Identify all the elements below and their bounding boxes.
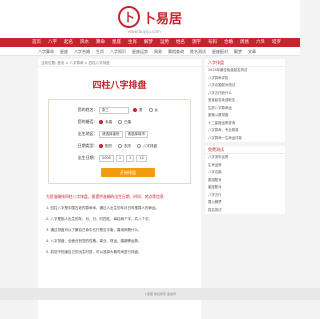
subnav-item[interactable]: 文章	[248, 47, 256, 55]
name-label: 您的姓名:	[67, 107, 95, 113]
sidebar-link[interactable]: 2025年最佳免费起名测试	[205, 67, 285, 75]
sidebar-box: 八字排盘2025年最佳免费起名测试八字算命详批八字合婚配对测试八字五行缺什么宝宝…	[205, 59, 285, 142]
nav-item[interactable]: 算命	[96, 38, 105, 47]
sidebar-link[interactable]: 周公解梦	[205, 199, 285, 207]
subnav-item[interactable]: 八字算命	[38, 47, 54, 55]
gender-male-radio[interactable]: 男	[133, 108, 143, 113]
nav-item[interactable]: 运势	[160, 38, 169, 47]
sidebar-link[interactable]: 生肖运势	[205, 162, 285, 170]
nav-item[interactable]: 解梦	[144, 38, 153, 47]
paragraph: 1. 四柱八字是中国古老的算命术，通过人出生的年月日时推算人的命运。	[46, 205, 193, 211]
site-logo[interactable]: 卜 卜易居	[118, 6, 182, 28]
nav-item[interactable]: 生肖	[128, 38, 137, 47]
sidebar-link[interactable]: 十二星座运势查询	[205, 120, 285, 128]
day-select[interactable]: 1	[126, 155, 134, 162]
site-url: www.buyiju.com	[128, 29, 161, 34]
breadcrumb: 当前位置: 首页 > 八字算命 > 四柱八字排盘	[38, 59, 201, 67]
birthplace-label: 出生地区:	[67, 131, 95, 137]
sidebar-link[interactable]: 属相配对	[205, 177, 285, 185]
header: 卜 卜易居 www.buyiju.com	[0, 0, 300, 38]
gender-female-radio[interactable]: 女	[149, 108, 159, 113]
sidebar-link[interactable]: 八字流年运势	[205, 154, 285, 162]
nav-item[interactable]: 合婚	[224, 38, 233, 47]
bazi-form: 您的姓名: 张三 男 女 您的婚否: 未婚 已婚 出生地区: 请选择省份 请选择…	[48, 99, 191, 184]
subnav-item[interactable]: 姓名测试	[190, 47, 206, 55]
sidebar-link[interactable]: 八字合婚配对测试	[205, 82, 285, 90]
subnav-item[interactable]: 星座配对	[212, 47, 228, 55]
description: 1. 四柱八字是中国古老的算命术，通过人出生的年月日时推算人的命运。 2. 八字是…	[38, 205, 201, 255]
sidebar-link[interactable]: 紫微斗数排盘	[205, 112, 285, 120]
sidebar-link[interactable]: 八字算命，专业精准	[205, 127, 285, 135]
subnav-item[interactable]: 生肖	[96, 47, 104, 55]
sidebar-link[interactable]: 宝宝起名免费取名	[205, 97, 285, 105]
nav-item[interactable]: 测字	[192, 38, 201, 47]
nav-item[interactable]: 六爻	[256, 38, 265, 47]
paragraph: 2. 八字是指人出生的年、月、日、时四柱，每柱两个字，共八个字。	[46, 216, 193, 222]
nav-item[interactable]: 周易	[240, 38, 249, 47]
subnav-item[interactable]: 八字知识	[110, 47, 126, 55]
date-label: 出生日期:	[67, 155, 95, 161]
sidebar-box-title: 八字排盘	[205, 59, 285, 67]
sub-nav: 八字算命星座八字合婚生肖八字知识星座运势周易属相查询姓名测试星座配对解梦文章	[0, 47, 300, 56]
sidebar-link[interactable]: 生辰八字算命运	[205, 105, 285, 113]
main-nav: 首页八字起名风水算命星座生肖解梦运势姓名测字号码合婚周易六爻塔罗	[0, 38, 300, 47]
sidebar-link[interactable]: 八字五行缺什么	[205, 90, 285, 98]
tip-text: 为您准确排四柱八字排盘，需提供准确的出生日期、时间、地点等信息	[46, 194, 193, 200]
nav-item[interactable]: 星座	[112, 38, 121, 47]
sidebar-box-title: 免费测试	[205, 146, 285, 154]
sidebar-link[interactable]: 星座配对	[205, 184, 285, 192]
subnav-item[interactable]: 星座运势	[132, 47, 148, 55]
sidebar: 八字排盘2025年最佳免费起名测试八字算命详批八字合婚配对测试八字五行缺什么宝宝…	[205, 59, 285, 319]
nav-item[interactable]: 号码	[208, 38, 217, 47]
paragraph: 4. 八字排盘，全面分析您的性格、事业、财运、婚姻等运势。	[46, 238, 193, 244]
province-select[interactable]: 请选择省份	[99, 131, 123, 138]
calendar-lunar-radio[interactable]: 农历	[118, 144, 131, 149]
paragraph: 5. 若您不知道自己的出生时辰，可以选择大概时间进行排盘。	[46, 249, 193, 255]
submit-button[interactable]: 开始排盘	[101, 168, 155, 177]
paragraph: 3. 通过排盘可以了解自己命中五行是否平衡，喜用神是什么。	[46, 227, 193, 233]
site-name: 卜易居	[143, 8, 182, 27]
footer: 卜易居 版权所有 备案号	[0, 288, 320, 300]
hour-select[interactable]: 12	[136, 155, 146, 162]
calendar-solar-radio[interactable]: 阳历	[99, 144, 112, 149]
subnav-item[interactable]: 八字合婚	[74, 47, 90, 55]
page-title: 四柱八字排盘	[38, 78, 201, 91]
subnav-item[interactable]: 属相查询	[168, 47, 184, 55]
sidebar-box: 免费测试八字流年运势生肖运势八字合婚属相配对星座配对八字五行周公解梦姓名测试	[205, 146, 285, 214]
marriage-no-radio[interactable]: 未婚	[99, 120, 112, 125]
nav-item[interactable]: 姓名	[176, 38, 185, 47]
nav-item[interactable]: 八字	[48, 38, 57, 47]
sidebar-link[interactable]: 八字算命详批	[205, 75, 285, 83]
subnav-item[interactable]: 解梦	[234, 47, 242, 55]
city-select[interactable]: 请选择城市	[125, 131, 149, 138]
logo-circle-icon: 卜	[118, 6, 140, 28]
marriage-label: 您的婚否:	[67, 119, 95, 125]
calendar-other-radio[interactable]: 八字排盘	[137, 144, 157, 149]
sidebar-link[interactable]: 八字算命一生命运详批	[205, 135, 285, 143]
sidebar-link[interactable]: 姓名测试	[205, 207, 285, 215]
sidebar-link[interactable]: 八字合婚	[205, 169, 285, 177]
marriage-yes-radio[interactable]: 已婚	[118, 120, 131, 125]
subnav-item[interactable]: 周易	[154, 47, 162, 55]
nav-item[interactable]: 起名	[64, 38, 73, 47]
year-select[interactable]: 2005	[99, 155, 114, 162]
name-field[interactable]: 张三	[99, 107, 129, 114]
subnav-item[interactable]: 星座	[60, 47, 68, 55]
sidebar-link[interactable]: 八字五行	[205, 192, 285, 200]
main-content: 当前位置: 首页 > 八字算命 > 四柱八字排盘 四柱八字排盘 您的姓名: 张三…	[38, 59, 201, 319]
month-select[interactable]: 1	[116, 155, 124, 162]
nav-item[interactable]: 首页	[32, 38, 41, 47]
nav-item[interactable]: 风水	[80, 38, 89, 47]
nav-item[interactable]: 塔罗	[272, 38, 281, 47]
calendar-label: 日期类型:	[67, 143, 95, 149]
